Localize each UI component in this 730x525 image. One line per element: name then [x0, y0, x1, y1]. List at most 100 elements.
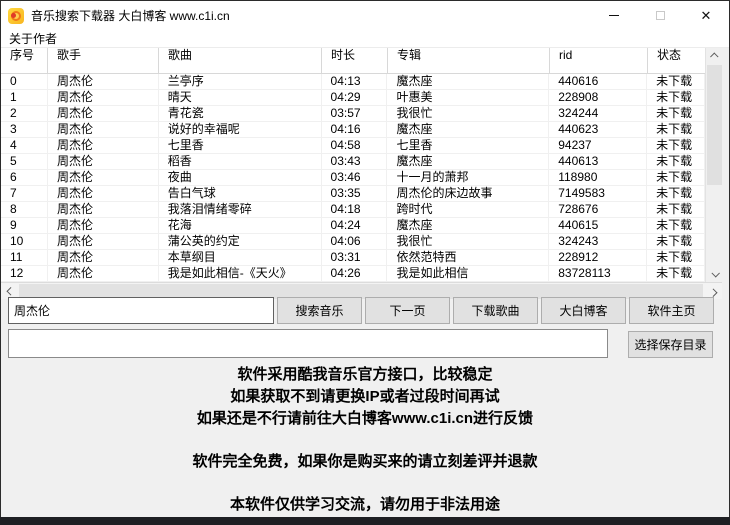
cell-singer: 周杰伦 — [48, 122, 159, 138]
software-homepage-button[interactable]: 软件主页 — [629, 297, 714, 324]
table-row[interactable]: 1周杰伦晴天04:29叶惠美228908未下载 — [1, 90, 705, 106]
dabai-blog-button[interactable]: 大白博客 — [541, 297, 626, 324]
minimize-button[interactable] — [591, 1, 637, 30]
cell-rid: 440616 — [549, 74, 647, 90]
notice-line: 如果还是不行请前往大白博客www.c1i.cn进行反馈 — [0, 408, 730, 430]
table-row[interactable]: 12周杰伦我是如此相信-《天火》04:26我是如此相信83728113未下载 — [1, 266, 705, 282]
cell-duration: 03:57 — [322, 106, 388, 122]
save-dir-input[interactable] — [8, 329, 608, 358]
cell-album: 依然范特西 — [387, 250, 549, 266]
close-button[interactable]: ✕ — [683, 1, 729, 30]
table-row[interactable]: 0周杰伦兰亭序04:13魔杰座440616未下载 — [1, 74, 705, 90]
scroll-up-icon[interactable] — [706, 48, 723, 64]
table-row[interactable]: 2周杰伦青花瓷03:57我很忙324244未下载 — [1, 106, 705, 122]
table-row[interactable]: 6周杰伦夜曲03:46十一月的萧邦118980未下载 — [1, 170, 705, 186]
table-header-row: 序号歌手歌曲时长专辑rid状态 — [1, 48, 722, 74]
column-header-status[interactable]: 状态 — [648, 48, 706, 74]
cell-album: 魔杰座 — [387, 74, 549, 90]
cell-status: 未下载 — [647, 266, 705, 282]
cell-index: 12 — [1, 266, 48, 282]
cell-song: 我落泪情绪零碎 — [159, 202, 322, 218]
cell-song: 青花瓷 — [159, 106, 322, 122]
cell-rid: 324243 — [549, 234, 647, 250]
cell-duration: 04:24 — [322, 218, 388, 234]
cell-singer: 周杰伦 — [48, 138, 159, 154]
cell-status: 未下载 — [647, 90, 705, 106]
cell-singer: 周杰伦 — [48, 106, 159, 122]
vertical-scroll-thumb[interactable] — [707, 65, 722, 185]
cell-singer: 周杰伦 — [48, 266, 159, 282]
table-row[interactable]: 8周杰伦我落泪情绪零碎04:18跨时代728676未下载 — [1, 202, 705, 218]
table-row[interactable]: 4周杰伦七里香04:58七里香94237未下载 — [1, 138, 705, 154]
cell-song: 花海 — [159, 218, 322, 234]
table-row[interactable]: 11周杰伦本草纲目03:31依然范特西228912未下载 — [1, 250, 705, 266]
titlebar: 音乐搜索下载器 大白博客 www.c1i.cn ✕ — [1, 1, 729, 30]
cell-album: 周杰伦的床边故事 — [387, 186, 549, 202]
cell-album: 魔杰座 — [387, 154, 549, 170]
download-song-button[interactable]: 下载歌曲 — [453, 297, 538, 324]
column-header-singer[interactable]: 歌手 — [48, 48, 159, 74]
cell-singer: 周杰伦 — [48, 234, 159, 250]
cell-duration: 03:43 — [322, 154, 388, 170]
cell-index: 3 — [1, 122, 48, 138]
cell-status: 未下载 — [647, 138, 705, 154]
window-controls: ✕ — [591, 1, 729, 30]
cell-song: 说好的幸福呢 — [159, 122, 322, 138]
bottom-strip — [0, 517, 730, 525]
column-header-song[interactable]: 歌曲 — [159, 48, 322, 74]
scroll-down-icon[interactable] — [706, 266, 723, 282]
cell-index: 4 — [1, 138, 48, 154]
cell-rid: 728676 — [549, 202, 647, 218]
cell-index: 0 — [1, 74, 48, 90]
search-input[interactable] — [8, 297, 274, 324]
cell-song: 兰亭序 — [159, 74, 322, 90]
cell-singer: 周杰伦 — [48, 90, 159, 106]
next-page-button[interactable]: 下一页 — [365, 297, 450, 324]
cell-album: 叶惠美 — [387, 90, 549, 106]
app-icon — [8, 8, 24, 24]
cell-status: 未下载 — [647, 250, 705, 266]
notice-line: 软件完全免费，如果你是购买来的请立刻差评并退款 — [0, 451, 730, 473]
cell-status: 未下载 — [647, 170, 705, 186]
cell-rid: 118980 — [549, 170, 647, 186]
column-header-album[interactable]: 专辑 — [388, 48, 550, 74]
cell-duration: 03:35 — [322, 186, 388, 202]
cell-song: 晴天 — [159, 90, 322, 106]
table-row[interactable]: 10周杰伦蒲公英的约定04:06我很忙324243未下载 — [1, 234, 705, 250]
cell-rid: 228908 — [549, 90, 647, 106]
cell-duration: 04:06 — [322, 234, 388, 250]
notice-block: 软件采用酷我音乐官方接口，比较稳定如果获取不到请更换IP或者过段时间再试如果还是… — [0, 364, 730, 516]
column-header-duration[interactable]: 时长 — [322, 48, 388, 74]
cell-album: 我是如此相信 — [387, 266, 549, 282]
cell-album: 跨时代 — [387, 202, 549, 218]
cell-index: 11 — [1, 250, 48, 266]
cell-singer: 周杰伦 — [48, 154, 159, 170]
cell-album: 我很忙 — [387, 234, 549, 250]
search-music-button[interactable]: 搜索音乐 — [277, 297, 362, 324]
table-row[interactable]: 7周杰伦告白气球03:35周杰伦的床边故事7149583未下载 — [1, 186, 705, 202]
cell-index: 10 — [1, 234, 48, 250]
cell-singer: 周杰伦 — [48, 218, 159, 234]
cell-rid: 83728113 — [549, 266, 647, 282]
notice-line: 软件采用酷我音乐官方接口，比较稳定 — [0, 364, 730, 386]
table-row[interactable]: 5周杰伦稻香03:43魔杰座440613未下载 — [1, 154, 705, 170]
notice-line: 本软件仅供学习交流，请勿用于非法用途 — [0, 494, 730, 516]
menu-about-author[interactable]: 关于作者 — [1, 30, 65, 47]
table-body: 0周杰伦兰亭序04:13魔杰座440616未下载1周杰伦晴天04:29叶惠美22… — [1, 74, 705, 282]
cell-song: 我是如此相信-《天火》 — [159, 266, 322, 282]
maximize-button[interactable] — [637, 1, 683, 30]
cell-album: 魔杰座 — [387, 122, 549, 138]
column-header-index[interactable]: 序号 — [1, 48, 48, 74]
cell-singer: 周杰伦 — [48, 202, 159, 218]
cell-rid: 94237 — [549, 138, 647, 154]
cell-album: 我很忙 — [387, 106, 549, 122]
select-dir-button[interactable]: 选择保存目录 — [628, 331, 713, 358]
table-row[interactable]: 3周杰伦说好的幸福呢04:16魔杰座440623未下载 — [1, 122, 705, 138]
column-header-rid[interactable]: rid — [550, 48, 648, 74]
table-row[interactable]: 9周杰伦花海04:24魔杰座440615未下载 — [1, 218, 705, 234]
cell-song: 夜曲 — [159, 170, 322, 186]
cell-rid: 7149583 — [549, 186, 647, 202]
vertical-scrollbar[interactable] — [705, 48, 722, 282]
cell-duration: 04:16 — [322, 122, 388, 138]
cell-duration: 04:13 — [322, 74, 388, 90]
